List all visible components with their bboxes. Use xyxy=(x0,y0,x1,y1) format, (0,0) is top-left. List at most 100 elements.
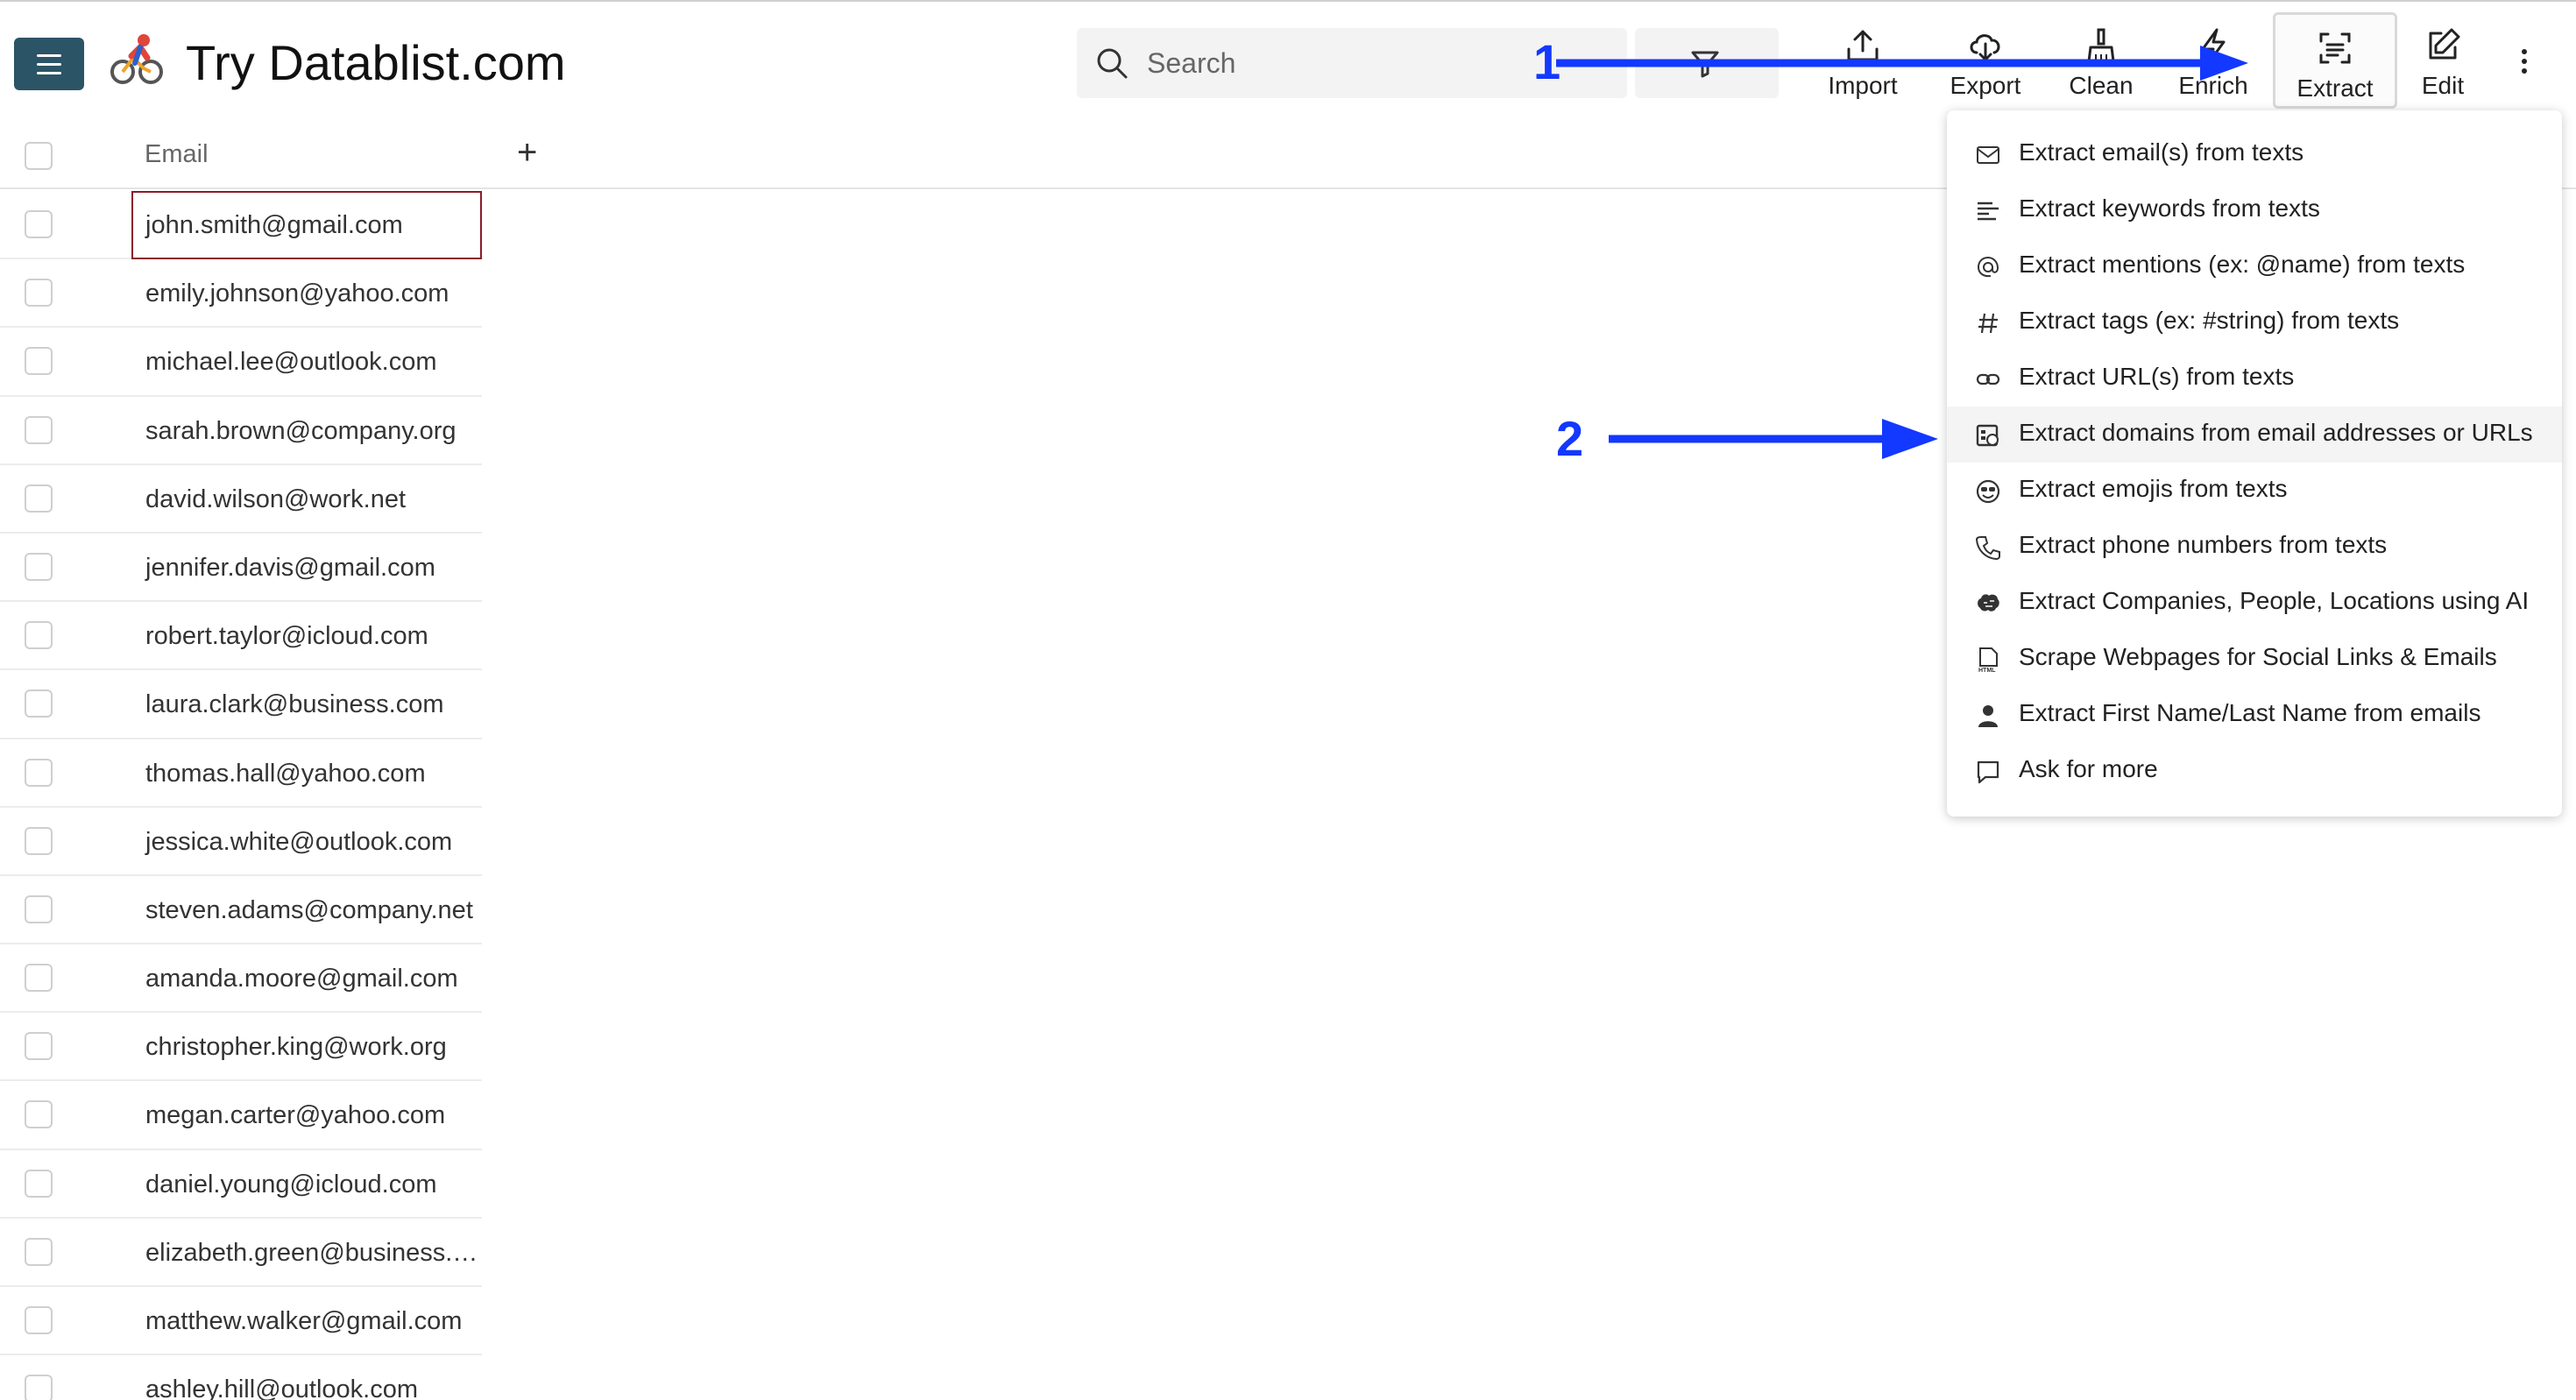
menu-item-envelope[interactable]: Extract email(s) from texts xyxy=(1947,126,2562,182)
table-row[interactable]: daniel.young@icloud.com xyxy=(0,1150,482,1219)
domain-icon xyxy=(1976,424,1999,447)
menu-item-brain[interactable]: Extract Companies, People, Locations usi… xyxy=(1947,575,2562,631)
table-row[interactable]: sarah.brown@company.org xyxy=(0,397,482,465)
table-row[interactable]: ashley.hill@outlook.com xyxy=(0,1355,482,1400)
link-icon xyxy=(1976,373,2000,385)
row-checkbox[interactable] xyxy=(25,415,53,444)
table-row[interactable]: megan.carter@yahoo.com xyxy=(0,1081,482,1150)
menu-item-label: Extract keywords from texts xyxy=(2019,194,2320,222)
row-checkbox[interactable] xyxy=(25,210,53,238)
menu-item-hashtag[interactable]: Extract tags (ex: #string) from texts xyxy=(1947,294,2562,350)
table-row[interactable]: matthew.walker@gmail.com xyxy=(0,1287,482,1356)
extract-scan-icon xyxy=(2319,32,2351,64)
menu-item-label: Extract tags (ex: #string) from texts xyxy=(2019,307,2400,334)
annotation-step-2: 2 xyxy=(1556,411,1584,466)
edit-icon xyxy=(2429,28,2460,60)
row-checkbox[interactable] xyxy=(25,1375,53,1400)
envelope-icon xyxy=(1977,146,1999,164)
menu-item-domain[interactable]: Extract domains from email addresses or … xyxy=(1947,407,2562,463)
email-cell[interactable]: sarah.brown@company.org xyxy=(131,397,482,465)
email-cell[interactable]: john.smith@gmail.com xyxy=(131,191,482,259)
row-checkbox[interactable] xyxy=(25,826,53,855)
menu-item-phone[interactable]: Extract phone numbers from texts xyxy=(1947,519,2562,575)
menu-item-at-sign[interactable]: Extract mentions (ex: @name) from texts xyxy=(1947,238,2562,294)
row-checkbox[interactable] xyxy=(25,552,53,581)
emoji-icon xyxy=(1976,479,2000,504)
keywords-icon xyxy=(1978,202,1999,221)
menu-item-html-file[interactable]: HTML Scrape Webpages for Social Links & E… xyxy=(1947,631,2562,687)
brain-icon xyxy=(1978,594,1999,612)
table-body: john.smith@gmail.com emily.johnson@yahoo.… xyxy=(0,191,482,1400)
row-checkbox[interactable] xyxy=(25,279,53,308)
extract-dropdown-menu: Extract email(s) from texts Extract keywo… xyxy=(1947,110,2562,817)
table-row[interactable]: thomas.hall@yahoo.com xyxy=(0,739,482,808)
menu-item-label: Extract mentions (ex: @name) from texts xyxy=(2019,251,2466,278)
table-row[interactable]: michael.lee@outlook.com xyxy=(0,328,482,397)
email-cell[interactable]: christopher.king@work.org xyxy=(131,1013,482,1081)
hamburger-menu-button[interactable] xyxy=(14,38,84,90)
hamburger-icon xyxy=(37,53,61,57)
email-cell[interactable]: thomas.hall@yahoo.com xyxy=(131,739,482,808)
search-icon xyxy=(1097,48,1128,79)
email-cell[interactable]: amanda.moore@gmail.com xyxy=(131,944,482,1013)
table-row[interactable]: emily.johnson@yahoo.com xyxy=(0,259,482,329)
menu-item-chat-bubble[interactable]: Ask for more xyxy=(1947,743,2562,799)
row-checkbox[interactable] xyxy=(25,894,53,923)
menu-item-label: Extract emojis from texts xyxy=(2019,475,2288,502)
menu-item-label: Extract phone numbers from texts xyxy=(2019,531,2388,558)
select-all-checkbox[interactable] xyxy=(25,142,53,170)
email-cell[interactable]: megan.carter@yahoo.com xyxy=(131,1081,482,1149)
menu-item-keywords[interactable]: Extract keywords from texts xyxy=(1947,182,2562,238)
email-cell[interactable]: jennifer.davis@gmail.com xyxy=(131,534,482,602)
email-cell[interactable]: david.wilson@work.net xyxy=(131,465,482,534)
row-checkbox[interactable] xyxy=(25,758,53,787)
more-options-button[interactable] xyxy=(2522,49,2527,74)
email-cell[interactable]: robert.taylor@icloud.com xyxy=(131,602,482,670)
email-cell[interactable]: michael.lee@outlook.com xyxy=(131,328,482,396)
row-checkbox[interactable] xyxy=(25,964,53,993)
edit-button[interactable]: Edit xyxy=(2401,12,2485,109)
row-checkbox[interactable] xyxy=(25,689,53,718)
row-checkbox[interactable] xyxy=(25,1032,53,1061)
row-checkbox[interactable] xyxy=(25,347,53,376)
menu-item-emoji[interactable]: Extract emojis from texts xyxy=(1947,463,2562,519)
column-header-email[interactable]: Email xyxy=(145,140,209,169)
table-row[interactable]: laura.clark@business.com xyxy=(0,670,482,739)
menu-item-label: Extract URL(s) from texts xyxy=(2019,363,2295,390)
table-row[interactable]: john.smith@gmail.com xyxy=(0,191,482,260)
menu-item-label: Scrape Webpages for Social Links & Email… xyxy=(2019,643,2497,670)
email-cell[interactable]: laura.clark@business.com xyxy=(131,670,482,739)
row-checkbox[interactable] xyxy=(25,1100,53,1129)
at-sign-icon xyxy=(1977,256,1999,278)
svg-text:HTML: HTML xyxy=(1978,668,1996,673)
email-cell[interactable]: daniel.young@icloud.com xyxy=(131,1150,482,1219)
email-cell[interactable]: steven.adams@company.net xyxy=(131,876,482,944)
menu-item-link[interactable]: Extract URL(s) from texts xyxy=(1947,350,2562,407)
email-cell[interactable]: ashley.hill@outlook.com xyxy=(131,1355,482,1400)
row-checkbox[interactable] xyxy=(25,1237,53,1266)
menu-item-person[interactable]: Extract First Name/Last Name from emails xyxy=(1947,687,2562,743)
row-checkbox[interactable] xyxy=(25,1306,53,1334)
row-checkbox[interactable] xyxy=(25,484,53,513)
add-column-button[interactable]: + xyxy=(517,133,537,173)
table-row[interactable]: jessica.white@outlook.com xyxy=(0,808,482,876)
email-cell[interactable]: emily.johnson@yahoo.com xyxy=(131,259,482,328)
table-row[interactable]: amanda.moore@gmail.com xyxy=(0,944,482,1014)
email-cell[interactable]: jessica.white@outlook.com xyxy=(131,808,482,876)
html-file-icon: HTML xyxy=(1978,647,1998,673)
table-row[interactable]: robert.taylor@icloud.com xyxy=(0,602,482,671)
app-title: Try Datablist.com xyxy=(186,35,566,90)
menu-item-label: Extract Companies, People, Locations usi… xyxy=(2019,587,2530,614)
table-row[interactable]: elizabeth.green@business.com xyxy=(0,1219,482,1287)
top-border xyxy=(0,0,2576,2)
table-row[interactable]: david.wilson@work.net xyxy=(0,465,482,534)
table-row[interactable]: jennifer.davis@gmail.com xyxy=(0,534,482,603)
email-cell[interactable]: matthew.walker@gmail.com xyxy=(131,1287,482,1355)
person-icon xyxy=(1978,705,1998,727)
table-row[interactable]: christopher.king@work.org xyxy=(0,1013,482,1082)
extract-button[interactable]: Extract xyxy=(2273,12,2397,109)
row-checkbox[interactable] xyxy=(25,1169,53,1198)
email-cell[interactable]: elizabeth.green@business.com xyxy=(131,1219,482,1287)
row-checkbox[interactable] xyxy=(25,621,53,650)
table-row[interactable]: steven.adams@company.net xyxy=(0,876,482,945)
